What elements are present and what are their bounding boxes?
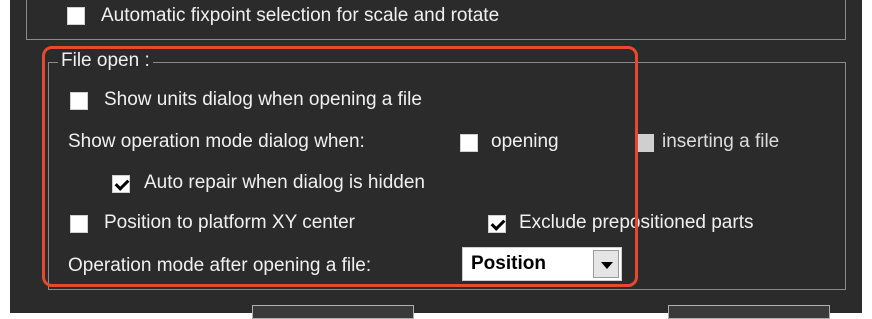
exclude-prepositioned-checkbox[interactable] (488, 215, 506, 233)
operation-mode-value: Position (471, 253, 546, 274)
file-open-group-label: File open : (58, 50, 153, 72)
operation-mode-after-label: Operation mode after opening a file: (68, 255, 372, 276)
show-units-dialog-checkbox[interactable] (70, 92, 88, 110)
operation-mode-dialog-label: Show operation mode dialog when: (68, 131, 365, 152)
bottom-button-right[interactable] (668, 305, 830, 319)
inserting-checkbox[interactable] (636, 134, 654, 152)
opening-label: opening (491, 131, 559, 152)
opening-checkbox[interactable] (460, 134, 478, 152)
auto-fixpoint-label: Automatic fixpoint selection for scale a… (101, 5, 500, 26)
auto-repair-label: Auto repair when dialog is hidden (144, 172, 425, 193)
inserting-label: inserting a file (662, 131, 780, 152)
chevron-down-icon[interactable] (593, 250, 619, 278)
bottom-button-left[interactable] (252, 305, 414, 319)
operation-mode-select[interactable]: Position (462, 247, 622, 281)
position-center-label: Position to platform XY center (104, 212, 355, 233)
auto-repair-checkbox[interactable] (112, 175, 130, 193)
position-center-checkbox[interactable] (70, 215, 88, 233)
auto-fixpoint-checkbox[interactable] (67, 7, 85, 25)
exclude-prepositioned-label: Exclude prepositioned parts (519, 212, 754, 233)
show-units-dialog-label: Show units dialog when opening a file (104, 89, 422, 110)
